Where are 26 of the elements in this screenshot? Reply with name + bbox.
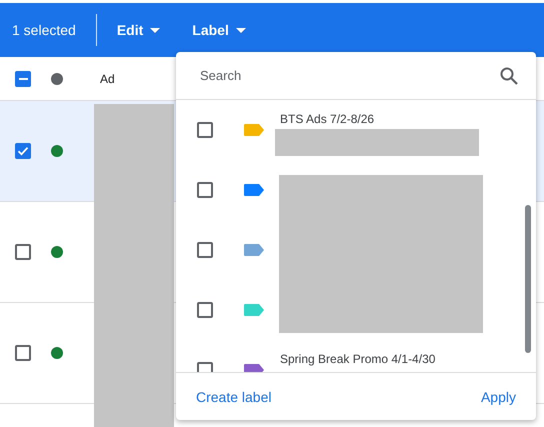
column-header: Ad bbox=[100, 72, 115, 86]
checkbox[interactable] bbox=[15, 70, 31, 86]
minus-icon bbox=[18, 78, 28, 80]
label-name: BTS Ads 7/2-8/26 bbox=[280, 112, 374, 126]
checkbox[interactable] bbox=[197, 182, 213, 198]
search-icon bbox=[500, 66, 518, 84]
menu-button[interactable]: Label bbox=[192, 22, 246, 38]
status-dot bbox=[51, 347, 63, 359]
checkbox[interactable] bbox=[197, 302, 213, 318]
status-dot bbox=[51, 246, 63, 258]
checkbox[interactable] bbox=[15, 345, 31, 361]
checkbox[interactable] bbox=[197, 242, 213, 258]
scrollbar-thumb[interactable] bbox=[525, 205, 531, 353]
checkbox[interactable] bbox=[15, 143, 31, 159]
menu-button[interactable]: Edit bbox=[116, 22, 160, 38]
label-name: Spring Break Promo 4/1-4/30 bbox=[280, 352, 436, 366]
checkbox[interactable] bbox=[197, 122, 213, 138]
status-dot bbox=[51, 145, 63, 157]
status-dot bbox=[51, 72, 63, 84]
selection-count: 1 selected bbox=[12, 22, 76, 38]
caret-icon bbox=[150, 28, 160, 32]
create-label-button[interactable]: Create label bbox=[196, 389, 272, 405]
checkbox[interactable] bbox=[15, 244, 31, 260]
search-field[interactable]: Search bbox=[200, 68, 500, 83]
apply-button[interactable]: Apply bbox=[480, 389, 516, 405]
caret-icon bbox=[236, 28, 246, 32]
